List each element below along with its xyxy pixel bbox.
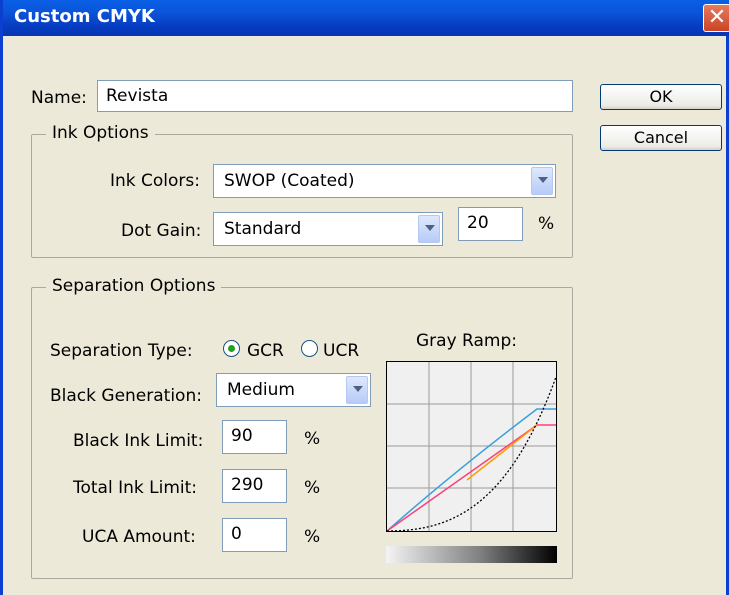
uca-amount-input[interactable]: 0	[222, 518, 287, 552]
ink-options-legend: Ink Options	[46, 123, 155, 143]
separation-type-label: Separation Type:	[50, 341, 193, 361]
total-ink-limit-input[interactable]: 290	[222, 469, 287, 503]
name-label: Name:	[31, 88, 87, 108]
dot-gain-select[interactable]: Standard	[213, 212, 443, 246]
ink-colors-select[interactable]: SWOP (Coated)	[213, 164, 556, 198]
black-ink-limit-input[interactable]: 90	[222, 420, 287, 454]
separation-options-legend: Separation Options	[46, 276, 222, 296]
close-button[interactable]: ✕	[703, 4, 729, 32]
gcr-label[interactable]: GCR	[247, 341, 284, 361]
ink-colors-label: Ink Colors:	[110, 171, 201, 191]
black-generation-label: Black Generation:	[50, 386, 202, 406]
uca-amount-label: UCA Amount:	[82, 527, 196, 547]
black-ink-limit-percent: %	[304, 429, 321, 449]
title-bar[interactable]: Custom CMYK ✕	[3, 0, 729, 36]
ok-button[interactable]: OK	[600, 84, 722, 110]
total-ink-limit-label: Total Ink Limit:	[73, 478, 198, 498]
dot-gain-amount-input[interactable]: 20	[458, 207, 523, 241]
dialog-title: Custom CMYK	[14, 6, 155, 27]
uca-amount-percent: %	[304, 527, 321, 547]
dot-gain-percent: %	[538, 214, 555, 234]
gcr-radio[interactable]	[223, 340, 240, 357]
name-input[interactable]: Revista	[97, 80, 573, 112]
dot-gain-label: Dot Gain:	[121, 221, 202, 241]
chevron-down-icon[interactable]	[531, 167, 553, 195]
dot-gain-value: Standard	[224, 219, 302, 239]
gray-ramp-graph	[386, 361, 557, 532]
gray-gradient-bar	[386, 546, 557, 563]
yellow-curve	[466, 424, 538, 481]
black-generation-select[interactable]: Medium	[216, 373, 371, 407]
ucr-label[interactable]: UCR	[323, 341, 359, 361]
chevron-down-icon[interactable]	[418, 215, 440, 243]
ucr-radio[interactable]	[301, 340, 318, 357]
black-ink-limit-label: Black Ink Limit:	[73, 431, 204, 451]
total-ink-limit-percent: %	[304, 478, 321, 498]
gray-ramp-label: Gray Ramp:	[416, 331, 517, 351]
close-icon: ✕	[707, 5, 727, 30]
black-generation-value: Medium	[227, 380, 295, 400]
ink-colors-value: SWOP (Coated)	[224, 171, 355, 191]
chevron-down-icon[interactable]	[346, 376, 368, 404]
custom-cmyk-dialog: Custom CMYK ✕ Name: Revista OK Cancel In…	[0, 0, 729, 595]
gray-ramp-curves	[386, 362, 557, 532]
cancel-button[interactable]: Cancel	[600, 125, 722, 151]
